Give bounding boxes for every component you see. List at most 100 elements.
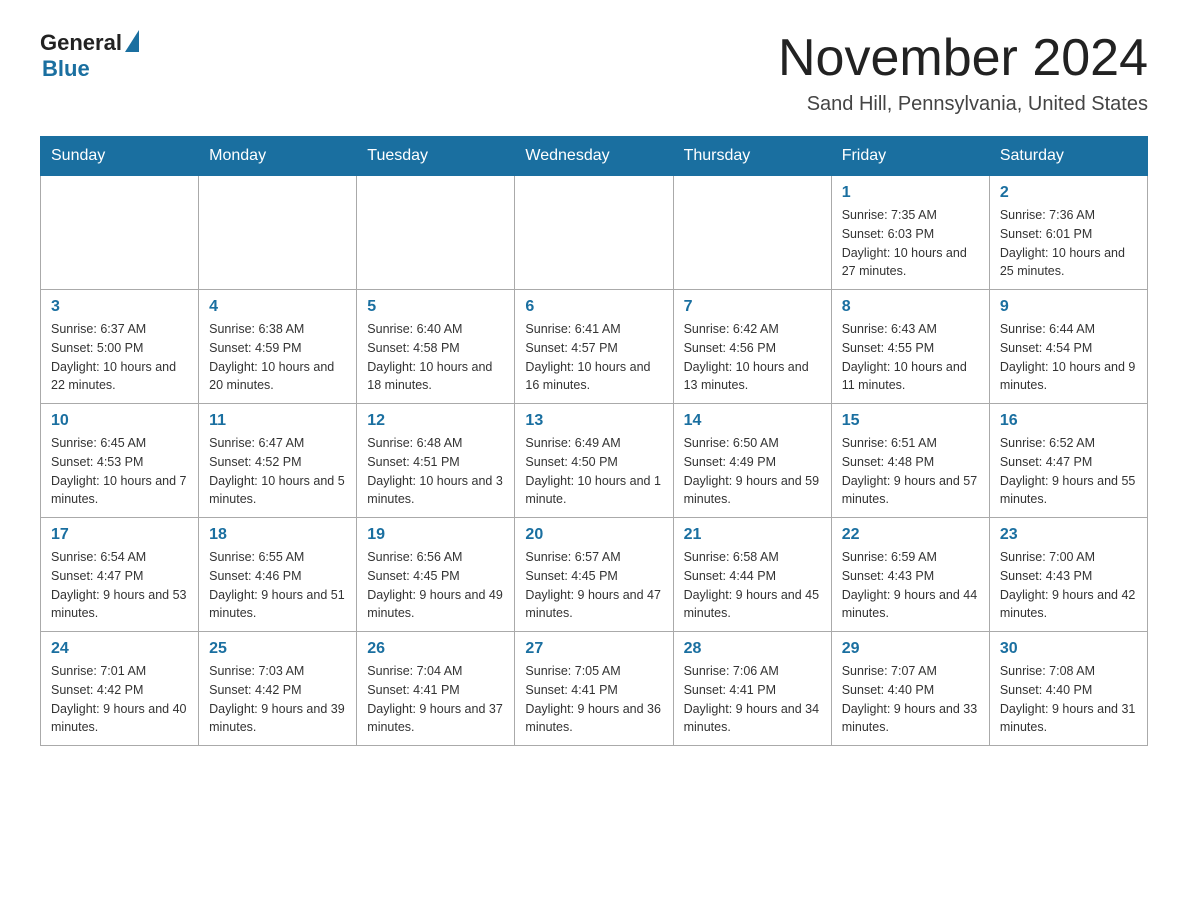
day-number: 5 — [367, 298, 504, 316]
day-info: Sunrise: 7:00 AM Sunset: 4:43 PM Dayligh… — [1000, 548, 1137, 623]
calendar-cell: 30 Sunrise: 7:08 AM Sunset: 4:40 PM Dayli… — [989, 632, 1147, 746]
day-info: Sunrise: 7:01 AM Sunset: 4:42 PM Dayligh… — [51, 662, 188, 737]
day-info: Sunrise: 6:57 AM Sunset: 4:45 PM Dayligh… — [525, 548, 662, 623]
day-info: Sunrise: 6:41 AM Sunset: 4:57 PM Dayligh… — [525, 320, 662, 395]
day-number: 19 — [367, 526, 504, 544]
day-info: Sunrise: 7:08 AM Sunset: 4:40 PM Dayligh… — [1000, 662, 1137, 737]
day-info: Sunrise: 7:06 AM Sunset: 4:41 PM Dayligh… — [684, 662, 821, 737]
day-number: 13 — [525, 412, 662, 430]
day-number: 20 — [525, 526, 662, 544]
day-info: Sunrise: 6:59 AM Sunset: 4:43 PM Dayligh… — [842, 548, 979, 623]
day-number: 28 — [684, 640, 821, 658]
day-info: Sunrise: 7:05 AM Sunset: 4:41 PM Dayligh… — [525, 662, 662, 737]
column-header-sunday: Sunday — [41, 137, 199, 176]
day-number: 26 — [367, 640, 504, 658]
day-info: Sunrise: 7:03 AM Sunset: 4:42 PM Dayligh… — [209, 662, 346, 737]
day-number: 17 — [51, 526, 188, 544]
day-number: 1 — [842, 184, 979, 202]
day-number: 4 — [209, 298, 346, 316]
day-info: Sunrise: 6:45 AM Sunset: 4:53 PM Dayligh… — [51, 434, 188, 509]
day-info: Sunrise: 6:37 AM Sunset: 5:00 PM Dayligh… — [51, 320, 188, 395]
calendar-cell: 1 Sunrise: 7:35 AM Sunset: 6:03 PM Daylig… — [831, 176, 989, 290]
day-info: Sunrise: 6:42 AM Sunset: 4:56 PM Dayligh… — [684, 320, 821, 395]
week-row-3: 10 Sunrise: 6:45 AM Sunset: 4:53 PM Dayli… — [41, 404, 1148, 518]
day-number: 2 — [1000, 184, 1137, 202]
day-number: 12 — [367, 412, 504, 430]
day-number: 10 — [51, 412, 188, 430]
day-info: Sunrise: 6:43 AM Sunset: 4:55 PM Dayligh… — [842, 320, 979, 395]
calendar-cell: 27Sunrise: 7:05 AM Sunset: 4:41 PM Dayli… — [515, 632, 673, 746]
logo-blue-text: Blue — [42, 56, 90, 82]
day-info: Sunrise: 6:40 AM Sunset: 4:58 PM Dayligh… — [367, 320, 504, 395]
calendar-cell: 3 Sunrise: 6:37 AM Sunset: 5:00 PM Daylig… — [41, 290, 199, 404]
calendar-cell: 18 Sunrise: 6:55 AM Sunset: 4:46 PM Dayli… — [199, 518, 357, 632]
day-info: Sunrise: 6:48 AM Sunset: 4:51 PM Dayligh… — [367, 434, 504, 509]
calendar-cell — [357, 176, 515, 290]
calendar-cell: 16 Sunrise: 6:52 AM Sunset: 4:47 PM Dayli… — [989, 404, 1147, 518]
calendar-cell: 19 Sunrise: 6:56 AM Sunset: 4:45 PM Dayli… — [357, 518, 515, 632]
day-info: Sunrise: 6:47 AM Sunset: 4:52 PM Dayligh… — [209, 434, 346, 509]
calendar-cell: 24 Sunrise: 7:01 AM Sunset: 4:42 PM Dayli… — [41, 632, 199, 746]
day-number: 21 — [684, 526, 821, 544]
day-number: 14 — [684, 412, 821, 430]
header: General Blue November 2024 Sand Hill, Pe… — [40, 30, 1148, 116]
calendar-cell: 22 Sunrise: 6:59 AM Sunset: 4:43 PM Dayli… — [831, 518, 989, 632]
day-info: Sunrise: 7:35 AM Sunset: 6:03 PM Dayligh… — [842, 206, 979, 281]
calendar-cell: 6Sunrise: 6:41 AM Sunset: 4:57 PM Daylig… — [515, 290, 673, 404]
logo-general-text: General — [40, 30, 122, 56]
title-area: November 2024 Sand Hill, Pennsylvania, U… — [778, 30, 1148, 116]
calendar-header-row: SundayMondayTuesdayWednesdayThursdayFrid… — [41, 137, 1148, 176]
day-info: Sunrise: 6:54 AM Sunset: 4:47 PM Dayligh… — [51, 548, 188, 623]
day-number: 30 — [1000, 640, 1137, 658]
logo: General Blue — [40, 30, 139, 82]
day-info: Sunrise: 6:51 AM Sunset: 4:48 PM Dayligh… — [842, 434, 979, 509]
calendar-cell: 10 Sunrise: 6:45 AM Sunset: 4:53 PM Dayli… — [41, 404, 199, 518]
calendar-cell: 17 Sunrise: 6:54 AM Sunset: 4:47 PM Dayli… — [41, 518, 199, 632]
column-header-wednesday: Wednesday — [515, 137, 673, 176]
day-info: Sunrise: 6:52 AM Sunset: 4:47 PM Dayligh… — [1000, 434, 1137, 509]
day-number: 18 — [209, 526, 346, 544]
day-info: Sunrise: 6:38 AM Sunset: 4:59 PM Dayligh… — [209, 320, 346, 395]
week-row-4: 17 Sunrise: 6:54 AM Sunset: 4:47 PM Dayli… — [41, 518, 1148, 632]
calendar-cell: 9 Sunrise: 6:44 AM Sunset: 4:54 PM Daylig… — [989, 290, 1147, 404]
day-number: 11 — [209, 412, 346, 430]
calendar-cell: 23Sunrise: 7:00 AM Sunset: 4:43 PM Dayli… — [989, 518, 1147, 632]
calendar-cell: 14Sunrise: 6:50 AM Sunset: 4:49 PM Dayli… — [673, 404, 831, 518]
day-info: Sunrise: 6:58 AM Sunset: 4:44 PM Dayligh… — [684, 548, 821, 623]
day-info: Sunrise: 6:55 AM Sunset: 4:46 PM Dayligh… — [209, 548, 346, 623]
calendar-cell: 28 Sunrise: 7:06 AM Sunset: 4:41 PM Dayli… — [673, 632, 831, 746]
week-row-1: 1 Sunrise: 7:35 AM Sunset: 6:03 PM Daylig… — [41, 176, 1148, 290]
day-info: Sunrise: 7:07 AM Sunset: 4:40 PM Dayligh… — [842, 662, 979, 737]
calendar-cell — [515, 176, 673, 290]
day-number: 22 — [842, 526, 979, 544]
day-number: 25 — [209, 640, 346, 658]
calendar-cell: 5 Sunrise: 6:40 AM Sunset: 4:58 PM Daylig… — [357, 290, 515, 404]
day-info: Sunrise: 6:44 AM Sunset: 4:54 PM Dayligh… — [1000, 320, 1137, 395]
day-number: 3 — [51, 298, 188, 316]
column-header-friday: Friday — [831, 137, 989, 176]
calendar-cell: 29Sunrise: 7:07 AM Sunset: 4:40 PM Dayli… — [831, 632, 989, 746]
calendar-table: SundayMondayTuesdayWednesdayThursdayFrid… — [40, 136, 1148, 746]
column-header-tuesday: Tuesday — [357, 137, 515, 176]
calendar-cell — [673, 176, 831, 290]
logo-triangle-icon — [125, 30, 139, 52]
calendar-cell: 25 Sunrise: 7:03 AM Sunset: 4:42 PM Dayli… — [199, 632, 357, 746]
location-title: Sand Hill, Pennsylvania, United States — [778, 93, 1148, 116]
week-row-2: 3 Sunrise: 6:37 AM Sunset: 5:00 PM Daylig… — [41, 290, 1148, 404]
day-number: 24 — [51, 640, 188, 658]
calendar-cell: 12 Sunrise: 6:48 AM Sunset: 4:51 PM Dayli… — [357, 404, 515, 518]
day-number: 9 — [1000, 298, 1137, 316]
day-number: 16 — [1000, 412, 1137, 430]
calendar-cell: 11 Sunrise: 6:47 AM Sunset: 4:52 PM Dayli… — [199, 404, 357, 518]
calendar-cell: 21 Sunrise: 6:58 AM Sunset: 4:44 PM Dayli… — [673, 518, 831, 632]
day-number: 15 — [842, 412, 979, 430]
day-number: 7 — [684, 298, 821, 316]
calendar-cell — [199, 176, 357, 290]
calendar-cell: 26Sunrise: 7:04 AM Sunset: 4:41 PM Dayli… — [357, 632, 515, 746]
calendar-cell: 4 Sunrise: 6:38 AM Sunset: 4:59 PM Daylig… — [199, 290, 357, 404]
week-row-5: 24 Sunrise: 7:01 AM Sunset: 4:42 PM Dayli… — [41, 632, 1148, 746]
calendar-cell: 20 Sunrise: 6:57 AM Sunset: 4:45 PM Dayli… — [515, 518, 673, 632]
month-title: November 2024 — [778, 30, 1148, 87]
day-info: Sunrise: 6:56 AM Sunset: 4:45 PM Dayligh… — [367, 548, 504, 623]
column-header-thursday: Thursday — [673, 137, 831, 176]
